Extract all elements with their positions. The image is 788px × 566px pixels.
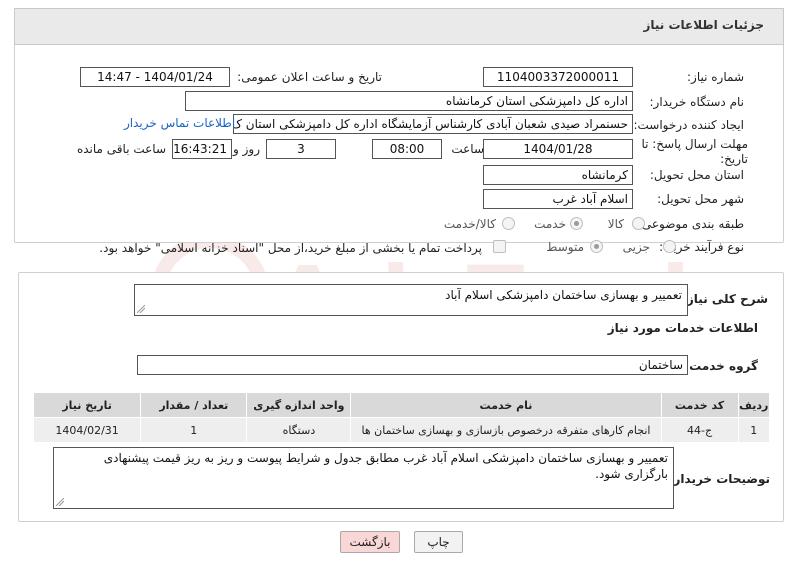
need-number-label: شماره نیاز: xyxy=(687,70,744,84)
cell-qty: 1 xyxy=(140,417,248,443)
buyer-notes-textarea[interactable]: تعمییر و بهسازی ساختمان دامپزشکی اسلام آ… xyxy=(53,447,674,509)
treasury-payment-checkbox[interactable] xyxy=(493,240,506,253)
province-label: استان محل تحویل: xyxy=(649,168,744,182)
deadline-label: مهلت ارسال پاسخ: تا تاریخ: xyxy=(641,137,748,166)
col-row-header: ردیف xyxy=(737,392,771,418)
buyer-notes-text: تعمییر و بهسازی ساختمان دامپزشکی اسلام آ… xyxy=(103,451,668,481)
col-code-header: کد خدمت xyxy=(660,392,739,418)
buyer-org-field: اداره کل دامپزشکی استان کرمانشاه xyxy=(185,91,633,111)
city-field: اسلام آباد غرب xyxy=(483,189,633,209)
process-radio-medium[interactable] xyxy=(590,240,603,253)
need-number-field: 1104003372000011 xyxy=(483,67,633,87)
time-label: ساعت xyxy=(451,142,484,156)
category-radio-service[interactable] xyxy=(570,217,583,230)
summary-textarea[interactable]: تعمییر و بهسازی ساختمان دامپزشکی اسلام آ… xyxy=(134,284,688,316)
days-field: 3 xyxy=(266,139,336,159)
process-option-medium: متوسط xyxy=(546,240,584,254)
page-title: جزئیات اطلاعات نیاز xyxy=(643,18,764,32)
category-radio-goods-service[interactable] xyxy=(502,217,515,230)
table-row: 1 ج-44 انجام کارهای متفرقه درخصوص بازساز… xyxy=(32,417,771,443)
summary-label: شرح کلی نیاز: xyxy=(682,292,768,306)
process-radio-minor[interactable] xyxy=(663,240,676,253)
cell-name: انجام کارهای متفرقه درخصوص بازسازی و بهس… xyxy=(350,417,662,443)
buyer-notes-label: توضیحات خریدار: xyxy=(668,472,770,486)
services-table: ردیف کد خدمت نام خدمت واحد اندازه گیری ت… xyxy=(32,392,771,443)
col-unit-header: واحد اندازه گیری xyxy=(246,392,352,418)
city-label: شهر محل تحویل: xyxy=(657,192,744,206)
print-button[interactable]: چاپ xyxy=(414,531,463,553)
days-label: روز و xyxy=(233,142,260,156)
category-option-goods: کالا xyxy=(607,217,624,231)
cell-unit: دستگاه xyxy=(246,417,352,443)
deadline-time-field: 08:00 xyxy=(372,139,442,159)
category-option-service: خدمت xyxy=(534,217,566,231)
remaining-time-field: 16:43:21 xyxy=(172,139,232,159)
announce-label: تاریخ و ساعت اعلان عمومی: xyxy=(237,70,382,84)
col-qty-header: تعداد / مقدار xyxy=(140,392,248,418)
buyer-org-label: نام دستگاه خریدار: xyxy=(649,95,745,109)
deadline-date-field: 1404/01/28 xyxy=(483,139,633,159)
creator-field: حسنمراد صیدی شعبان آبادی کارشناس آزمایشگ… xyxy=(233,114,633,134)
cell-code: ج-44 xyxy=(660,417,739,443)
resize-grip-icon[interactable] xyxy=(137,305,145,313)
remaining-label: ساعت باقی مانده xyxy=(76,142,166,156)
province-field: کرمانشاه xyxy=(483,165,633,185)
category-option-goods-service: کالا/خدمت xyxy=(443,217,496,231)
cell-date: 1404/02/31 xyxy=(32,417,142,443)
service-group-field: ساختمان xyxy=(137,355,688,375)
process-option-minor: جزیی xyxy=(622,240,650,254)
col-name-header: نام خدمت xyxy=(350,392,662,418)
cell-row: 1 xyxy=(737,417,771,443)
summary-text: تعمییر و بهسازی ساختمان دامپزشکی اسلام آ… xyxy=(445,288,682,302)
service-group-label: گروه خدمت: xyxy=(684,359,758,373)
category-label: طبقه بندی موضوعی: xyxy=(637,217,744,231)
back-button[interactable]: بازگشت xyxy=(340,531,400,553)
treasury-payment-note: پرداخت تمام یا بخشی از مبلغ خرید،از محل … xyxy=(99,241,482,255)
col-date-header: تاریخ نیاز xyxy=(32,392,142,418)
table-header-row: ردیف کد خدمت نام خدمت واحد اندازه گیری ت… xyxy=(32,392,771,418)
services-section-title: اطلاعات خدمات مورد نیاز xyxy=(607,321,758,335)
resize-grip-icon[interactable] xyxy=(56,498,64,506)
buyer-contact-link[interactable]: اطلاعات تماس خریدار xyxy=(124,116,235,130)
announce-field: 1404/01/24 - 14:47 xyxy=(80,67,230,87)
creator-label: ایجاد کننده درخواست: xyxy=(633,118,744,132)
category-radio-goods[interactable] xyxy=(632,217,645,230)
